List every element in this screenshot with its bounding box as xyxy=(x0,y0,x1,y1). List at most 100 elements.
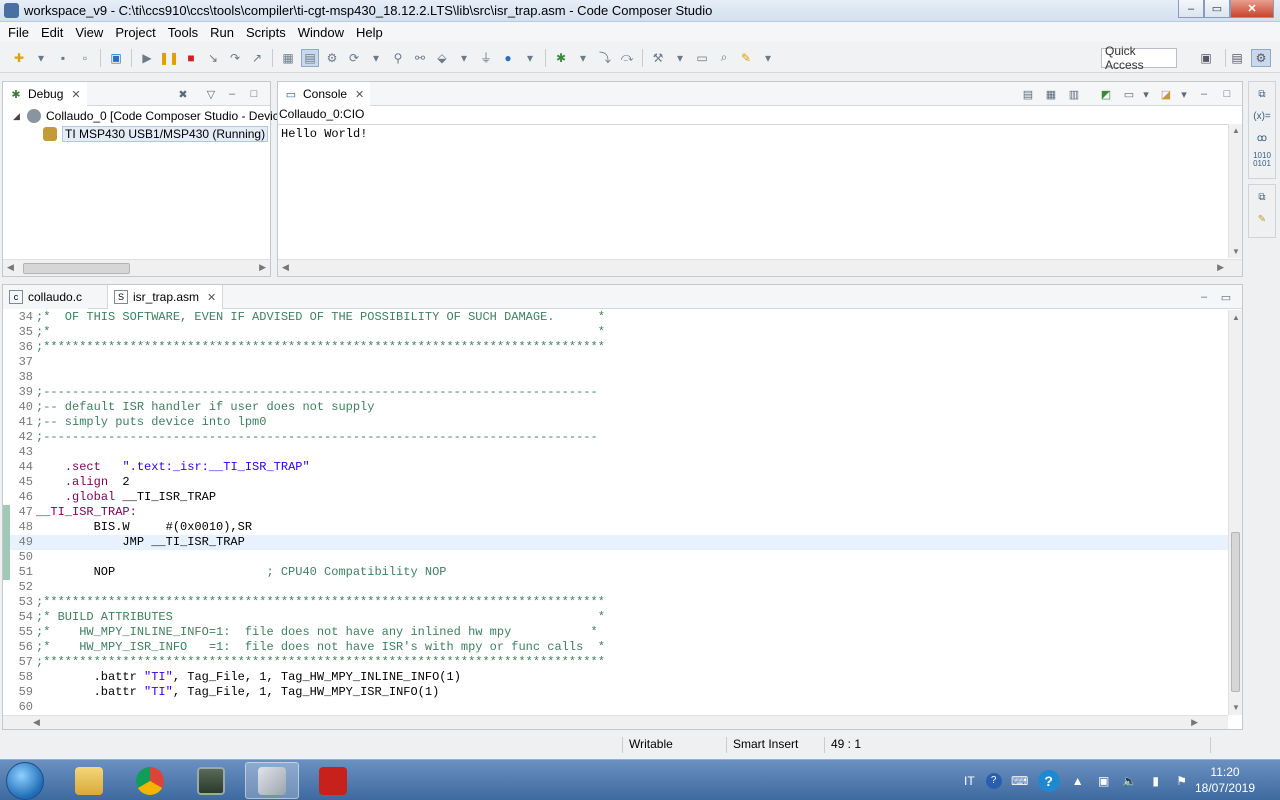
tab-isr-trap-asm[interactable]: S isr_trap.asm ✕ xyxy=(107,285,224,309)
code-line[interactable]: 38 xyxy=(3,370,1228,385)
remove-terminated-icon[interactable]: ✖ xyxy=(175,86,191,102)
debug-bug-icon[interactable]: ✱ xyxy=(552,49,570,67)
debug-tree-root[interactable]: ◢ Collaudo_0 [Code Composer Studio - Dev… xyxy=(13,107,279,125)
restart-icon[interactable]: ⟳ xyxy=(345,49,363,67)
step-into-icon[interactable]: ↘ xyxy=(204,49,222,67)
code-line[interactable]: 52 xyxy=(3,580,1228,595)
code-line[interactable]: 37 xyxy=(3,355,1228,370)
code-line[interactable]: 49 JMP __TI_ISR_TRAP xyxy=(3,535,1228,550)
word-wrap-icon[interactable]: ▥ xyxy=(1066,86,1082,102)
menu-view[interactable]: View xyxy=(69,25,109,40)
tab-debug[interactable]: ✱ Debug ✕ xyxy=(3,82,87,106)
console-vertical-scrollbar[interactable]: ▲ ▼ xyxy=(1228,124,1242,258)
close-icon[interactable]: ✕ xyxy=(71,88,80,101)
language-indicator[interactable]: IT xyxy=(964,774,975,788)
registers-icon[interactable]: 1010 0101 xyxy=(1251,150,1273,170)
debug-horizontal-scrollbar[interactable]: ◀ ▶ xyxy=(3,259,270,276)
usb-device-icon[interactable]: ▣ xyxy=(1096,773,1112,789)
console-horizontal-scrollbar[interactable]: ◀ ▶ xyxy=(278,259,1242,276)
view-menu-icon[interactable]: ▽ xyxy=(203,86,219,102)
scroll-left-icon[interactable]: ◀ xyxy=(7,262,14,273)
code-line[interactable]: 42 ;-------------------------------------… xyxy=(3,430,1228,445)
save-all-icon[interactable]: ▫ xyxy=(76,49,94,67)
external-tools-icon[interactable]: ● xyxy=(499,49,517,67)
breakpoints-icon[interactable]: ✎ xyxy=(1251,209,1273,229)
reset-icon[interactable]: ⚙ xyxy=(323,49,341,67)
code-line[interactable]: 56 ;* HW_MPY_ISR_INFO =1: file does not h… xyxy=(3,640,1228,655)
new-icon[interactable]: ✚ xyxy=(10,49,28,67)
taskbar-explorer[interactable] xyxy=(62,762,116,799)
minimize-view-icon[interactable]: – xyxy=(224,86,240,102)
menu-help[interactable]: Help xyxy=(350,25,389,40)
dropdown-arrow-icon[interactable]: ▾ xyxy=(455,49,473,67)
menu-window[interactable]: Window xyxy=(292,25,350,40)
code-editor[interactable]: 34 ;* OF THIS SOFTWARE, EVEN IF ADVISED O… xyxy=(3,310,1228,715)
code-line[interactable]: 39 ;-------------------------------------… xyxy=(3,385,1228,400)
debug-tree-target[interactable]: TI MSP430 USB1/MSP430 (Running) xyxy=(43,125,269,143)
step-return-icon[interactable]: ↗ xyxy=(248,49,266,67)
menu-scripts[interactable]: Scripts xyxy=(240,25,292,40)
step-over-asm-icon[interactable]: ⤼ xyxy=(618,49,636,67)
save-icon[interactable]: ▪ xyxy=(54,49,72,67)
maximize-view-icon[interactable]: □ xyxy=(1219,86,1235,102)
start-button[interactable] xyxy=(6,762,44,800)
step-asm-icon[interactable]: ⤵ xyxy=(596,49,614,67)
taskbar-acrobat[interactable] xyxy=(306,762,360,799)
scroll-right-icon[interactable]: ▶ xyxy=(1217,262,1224,273)
instruction-stepping-icon[interactable]: ▤ xyxy=(301,48,319,67)
display-console-icon[interactable]: ▭ xyxy=(1121,86,1137,102)
debug-view-icon[interactable]: ▣ xyxy=(107,49,125,67)
scroll-left-icon[interactable]: ◀ xyxy=(282,262,289,273)
code-line[interactable]: 46 .global __TI_ISR_TRAP xyxy=(3,490,1228,505)
action-center-flag-icon[interactable]: ⚑ xyxy=(1174,773,1190,789)
variables-icon[interactable]: (x)= xyxy=(1251,106,1273,126)
open-console-icon[interactable]: ◪ xyxy=(1158,86,1174,102)
code-line[interactable]: 40 ;-- default ISR handler if user does n… xyxy=(3,400,1228,415)
close-icon[interactable]: ✕ xyxy=(207,291,216,304)
menu-edit[interactable]: Edit xyxy=(35,25,69,40)
code-line[interactable]: 59 .battr "TI", Tag_File, 1, Tag_HW_MPY_… xyxy=(3,685,1228,700)
console-output[interactable]: Hello World! xyxy=(278,124,1228,258)
minimize-view-icon[interactable]: – xyxy=(1196,86,1212,102)
grid-icon[interactable]: ▦ xyxy=(279,49,297,67)
menu-project[interactable]: Project xyxy=(109,25,161,40)
tab-console[interactable]: ▭ Console ✕ xyxy=(278,82,371,106)
restore-stack-icon[interactable]: ⧉ xyxy=(1251,84,1273,104)
tab-collaudo-c[interactable]: c collaudo.c xyxy=(3,285,89,309)
scroll-right-icon[interactable]: ▶ xyxy=(1191,717,1198,728)
resume-icon[interactable]: ▶ xyxy=(138,49,156,67)
scroll-lock-icon[interactable]: ▦ xyxy=(1043,86,1059,102)
dropdown-arrow-icon[interactable]: ▾ xyxy=(1176,86,1192,102)
build-hammer-icon[interactable]: ⚒ xyxy=(649,49,667,67)
dropdown-arrow-icon[interactable]: ▾ xyxy=(759,49,777,67)
editor-horizontal-scrollbar[interactable]: ◀ ▶ xyxy=(3,715,1228,729)
menu-file[interactable]: File xyxy=(2,25,35,40)
code-line[interactable]: 34 ;* OF THIS SOFTWARE, EVEN IF ADVISED O… xyxy=(3,310,1228,325)
scroll-right-icon[interactable]: ▶ xyxy=(259,262,266,273)
code-line[interactable]: 36 ;*************************************… xyxy=(3,340,1228,355)
restore-button[interactable]: ▭ xyxy=(1204,0,1230,18)
pin-icon[interactable]: ✎ xyxy=(737,49,755,67)
help-circle-icon[interactable]: ? xyxy=(985,772,1002,789)
scroll-down-icon[interactable]: ▼ xyxy=(1232,247,1240,256)
quick-access-input[interactable]: Quick Access xyxy=(1101,44,1177,72)
scroll-up-icon[interactable]: ▲ xyxy=(1232,313,1240,322)
code-line[interactable]: 54 ;* BUILD ATTRIBUTES * xyxy=(3,610,1228,625)
maximize-view-icon[interactable]: ▭ xyxy=(1218,289,1234,305)
dropdown-arrow-icon[interactable]: ▾ xyxy=(521,49,539,67)
connect-icon[interactable]: ⚲ xyxy=(389,49,407,67)
code-line[interactable]: 41 ;-- simply puts device into lpm0 xyxy=(3,415,1228,430)
taskbar-ccs[interactable] xyxy=(245,762,299,799)
scrollbar-thumb[interactable] xyxy=(1231,532,1240,692)
code-line[interactable]: 43 xyxy=(3,445,1228,460)
code-line[interactable]: 60 xyxy=(3,700,1228,715)
code-line[interactable]: 53 ;*************************************… xyxy=(3,595,1228,610)
load-icon[interactable]: ⬙ xyxy=(433,49,451,67)
code-line[interactable]: 57 ;*************************************… xyxy=(3,655,1228,670)
code-line[interactable]: 55 ;* HW_MPY_INLINE_INFO=1: file does not… xyxy=(3,625,1228,640)
minimize-view-icon[interactable]: – xyxy=(1196,289,1212,305)
show-hidden-icons-icon[interactable]: ▲ xyxy=(1070,773,1086,789)
network-icon[interactable]: ▮ xyxy=(1148,773,1164,789)
dropdown-arrow-icon[interactable]: ▾ xyxy=(574,49,592,67)
code-line[interactable]: 45 .align 2 xyxy=(3,475,1228,490)
